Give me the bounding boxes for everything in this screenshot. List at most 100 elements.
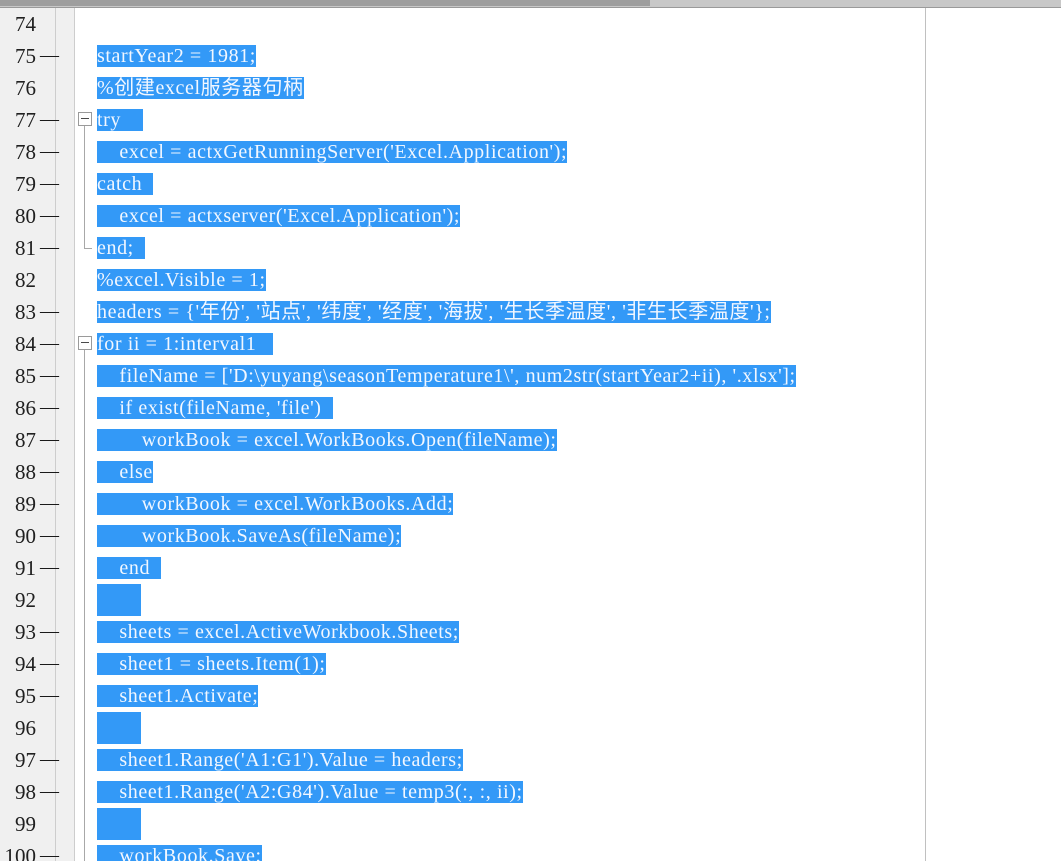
selected-code-text[interactable]: sheets = excel.ActiveWorkbook.Sheets; xyxy=(97,621,459,643)
selected-code-text[interactable]: %创建excel服务器句柄 xyxy=(97,77,304,99)
horizontal-scrollbar-thumb[interactable] xyxy=(0,0,650,6)
selected-code-text[interactable]: excel = actxGetRunningServer('Excel.Appl… xyxy=(97,141,568,163)
code-line[interactable]: 84— for ii = 1:interval1 xyxy=(0,328,1061,360)
code-line[interactable]: 86— if exist(fileName, 'file') xyxy=(0,392,1061,424)
selected-code-text[interactable]: sheet1.Range('A1:G1').Value = headers; xyxy=(97,749,463,771)
code-lines-container[interactable]: 74—75—startYear2 = 1981;76—%创建excel服务器句柄… xyxy=(0,8,1061,861)
code-line[interactable]: 85— fileName = ['D:\yuyang\seasonTempera… xyxy=(0,360,1061,392)
code-fold-column[interactable] xyxy=(75,104,97,136)
code-line[interactable]: 95— sheet1.Activate; xyxy=(0,680,1061,712)
code-line[interactable]: 76—%创建excel服务器句柄 xyxy=(0,72,1061,104)
code-fold-column[interactable] xyxy=(75,456,97,488)
code-editor-pane[interactable]: 74—75—startYear2 = 1981;76—%创建excel服务器句柄… xyxy=(0,0,1061,861)
selected-code-text[interactable]: fileName = ['D:\yuyang\seasonTemperature… xyxy=(97,365,796,387)
code-fold-column[interactable] xyxy=(75,776,97,808)
code-fold-column[interactable] xyxy=(75,680,97,712)
fold-collapse-icon[interactable] xyxy=(78,112,92,126)
code-line[interactable]: 79— catch xyxy=(0,168,1061,200)
selected-code-text[interactable]: catch xyxy=(97,173,143,195)
code-fold-column[interactable] xyxy=(75,552,97,584)
selected-code-text[interactable]: if exist(fileName, 'file') xyxy=(97,397,322,419)
code-text[interactable]: sheet1.Range('A2:G84').Value = temp3(:, … xyxy=(97,776,523,808)
selected-code-text[interactable]: excel = actxserver('Excel.Application'); xyxy=(97,205,461,227)
code-text[interactable]: workBook = excel.WorkBooks.Add; xyxy=(97,488,454,520)
code-line[interactable]: 81— end; xyxy=(0,232,1061,264)
code-text[interactable]: %创建excel服务器句柄 xyxy=(97,72,304,104)
selected-code-text[interactable]: startYear2 = 1981; xyxy=(97,45,256,67)
breakpoint-dash-icon[interactable]: — xyxy=(40,616,59,648)
breakpoint-dash-icon[interactable]: — xyxy=(40,648,59,680)
breakpoint-dash-icon[interactable]: — xyxy=(40,776,59,808)
code-line[interactable]: 94— sheet1 = sheets.Item(1); xyxy=(0,648,1061,680)
breakpoint-dash-icon[interactable]: — xyxy=(40,200,59,232)
breakpoint-dash-icon[interactable]: — xyxy=(40,104,59,136)
code-line[interactable]: 83— headers = {'年份', '站点', '纬度', '经度', '海… xyxy=(0,296,1061,328)
code-fold-column[interactable] xyxy=(75,360,97,392)
code-text[interactable]: try xyxy=(97,104,144,136)
breakpoint-dash-icon[interactable]: — xyxy=(40,520,59,552)
breakpoint-dash-icon[interactable]: — xyxy=(40,744,59,776)
selected-code-text[interactable]: else xyxy=(97,461,153,483)
code-fold-column[interactable] xyxy=(75,616,97,648)
selected-code-text[interactable]: workBook = excel.WorkBooks.Open(fileName… xyxy=(97,429,557,451)
code-line[interactable]: 93— sheets = excel.ActiveWorkbook.Sheets… xyxy=(0,616,1061,648)
horizontal-scrollbar[interactable] xyxy=(0,0,1061,8)
breakpoint-dash-icon[interactable]: — xyxy=(40,424,59,456)
selected-code-text[interactable]: workBook = excel.WorkBooks.Add; xyxy=(97,493,454,515)
breakpoint-dash-icon[interactable]: — xyxy=(40,40,59,72)
breakpoint-dash-icon[interactable]: — xyxy=(40,232,59,264)
code-line[interactable]: 77— try xyxy=(0,104,1061,136)
code-fold-column[interactable] xyxy=(75,808,97,840)
breakpoint-dash-icon[interactable]: — xyxy=(40,296,59,328)
code-fold-column[interactable] xyxy=(75,296,97,328)
code-fold-column[interactable] xyxy=(75,264,97,296)
selected-code-text[interactable]: %excel.Visible = 1; xyxy=(97,269,266,291)
breakpoint-dash-icon[interactable]: — xyxy=(40,328,59,360)
code-fold-column[interactable] xyxy=(75,232,97,264)
code-text[interactable]: excel = actxGetRunningServer('Excel.Appl… xyxy=(97,136,568,168)
code-line[interactable]: 89— workBook = excel.WorkBooks.Add; xyxy=(0,488,1061,520)
code-text[interactable]: workBook.SaveAs(fileName); xyxy=(97,520,402,552)
selected-code-text[interactable]: end; xyxy=(97,237,134,259)
code-line[interactable]: 99— xyxy=(0,808,1061,840)
code-text[interactable]: sheets = excel.ActiveWorkbook.Sheets; xyxy=(97,616,459,648)
code-fold-column[interactable] xyxy=(75,488,97,520)
code-text[interactable]: for ii = 1:interval1 xyxy=(97,328,274,360)
code-line[interactable]: 98— sheet1.Range('A2:G84').Value = temp3… xyxy=(0,776,1061,808)
selected-code-text[interactable]: end xyxy=(97,557,151,579)
code-text[interactable]: end; xyxy=(97,232,146,264)
selected-code-text[interactable]: sheet1 = sheets.Item(1); xyxy=(97,653,326,675)
code-text[interactable]: %excel.Visible = 1; xyxy=(97,264,266,296)
code-fold-column[interactable] xyxy=(75,584,97,616)
code-line[interactable]: 96— xyxy=(0,712,1061,744)
code-fold-column[interactable] xyxy=(75,200,97,232)
code-line[interactable]: 88— else xyxy=(0,456,1061,488)
code-text[interactable]: excel = actxserver('Excel.Application'); xyxy=(97,200,461,232)
code-fold-column[interactable] xyxy=(75,40,97,72)
selected-code-text[interactable]: for ii = 1:interval1 xyxy=(97,333,257,355)
code-fold-column[interactable] xyxy=(75,840,97,861)
code-fold-column[interactable] xyxy=(75,392,97,424)
breakpoint-dash-icon[interactable]: — xyxy=(40,168,59,200)
code-fold-column[interactable] xyxy=(75,72,97,104)
selected-code-text[interactable]: workBook.Save; xyxy=(97,845,262,861)
code-line[interactable]: 91— end xyxy=(0,552,1061,584)
selected-code-text[interactable]: try xyxy=(97,109,122,131)
code-text[interactable]: if exist(fileName, 'file') xyxy=(97,392,333,424)
code-line[interactable]: 74— xyxy=(0,8,1061,40)
code-text[interactable]: end xyxy=(97,552,162,584)
breakpoint-dash-icon[interactable]: — xyxy=(40,136,59,168)
breakpoint-dash-icon[interactable]: — xyxy=(40,456,59,488)
code-line[interactable]: 92— xyxy=(0,584,1061,616)
code-fold-column[interactable] xyxy=(75,424,97,456)
code-fold-column[interactable] xyxy=(75,8,97,40)
selected-code-text[interactable]: sheet1.Range('A2:G84').Value = temp3(:, … xyxy=(97,781,523,803)
code-text[interactable]: sheet1.Activate; xyxy=(97,680,259,712)
code-text[interactable]: else xyxy=(97,456,153,488)
code-text[interactable]: headers = {'年份', '站点', '纬度', '经度', '海拔',… xyxy=(97,296,771,328)
breakpoint-dash-icon[interactable]: — xyxy=(40,840,59,861)
code-text[interactable]: startYear2 = 1981; xyxy=(97,40,256,72)
selected-code-text[interactable]: workBook.SaveAs(fileName); xyxy=(97,525,402,547)
code-fold-column[interactable] xyxy=(75,744,97,776)
code-fold-column[interactable] xyxy=(75,712,97,744)
